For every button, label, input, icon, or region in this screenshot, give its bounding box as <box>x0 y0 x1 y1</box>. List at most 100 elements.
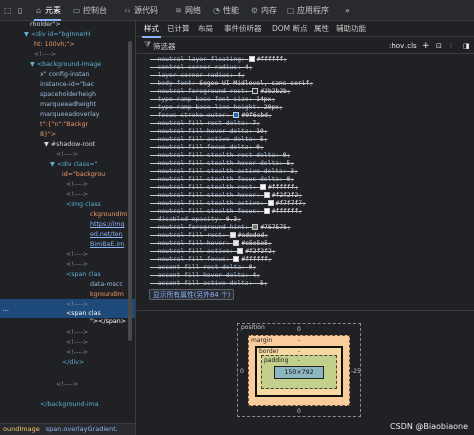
dom-line[interactable]: ckgroundIm <box>90 211 127 219</box>
css-property-name[interactable]: --disabled-opacity <box>150 216 218 223</box>
show-all-properties-button[interactable]: 显示所有属性(另外84 个) <box>149 289 235 300</box>
dom-line[interactable]: <img class <box>66 201 101 209</box>
css-property-value[interactable]: #757575 <box>260 224 287 231</box>
css-property-row[interactable]: --type-ramp-base-line-height: 20px; <box>150 104 283 112</box>
dom-line[interactable]: </background-ima <box>40 401 99 409</box>
css-property-value[interactable]: 4 <box>245 64 249 71</box>
css-property-row[interactable]: --accent-fill-active-delta: -5; <box>150 280 268 288</box>
css-property-row[interactable]: --neutral-fill-stealth-focus-delta: 0; <box>150 176 294 184</box>
dom-line[interactable]: <!----> <box>66 251 88 259</box>
css-property-name[interactable]: --neutral-fill-stealth-hover-delta <box>150 160 279 167</box>
tab-event-listeners[interactable]: 事件侦听器 <box>224 21 262 37</box>
dom-line[interactable]: rholder"> <box>30 21 61 29</box>
css-property-row[interactable]: --neutral-fill-rest: #ededed; <box>150 232 268 240</box>
color-swatch-icon[interactable] <box>237 248 244 254</box>
css-property-row[interactable]: --accent-fill-rest-delta: 0; <box>150 264 256 272</box>
tab-network[interactable]: ≋ 网络 <box>174 2 201 19</box>
dom-line[interactable]: <!----> <box>66 339 88 347</box>
dom-line[interactable]: <!----> <box>66 191 88 199</box>
css-property-name[interactable]: --neutral-fill-rest-delta <box>150 120 245 127</box>
css-property-value[interactable]: 4 <box>237 72 241 79</box>
dom-line[interactable]: data-mscc <box>90 281 123 289</box>
tab-console[interactable]: ▭ 控制台 <box>72 2 107 19</box>
css-property-name[interactable]: --control-corner-radius <box>150 64 237 71</box>
css-property-row[interactable]: --neutral-layer-floating: #ffffff; <box>150 56 287 64</box>
position-right-value[interactable]: -25 <box>351 368 361 375</box>
position-bottom-value[interactable]: 0 <box>297 408 301 415</box>
more-tabs-button[interactable]: » <box>345 2 350 19</box>
dom-line[interactable]: https://img <box>90 221 124 229</box>
tab-application[interactable]: ▢ 应用程序 <box>286 2 329 19</box>
dom-line[interactable]: ht: 100vh;"> <box>34 41 75 49</box>
padding-value[interactable]: - <box>298 357 300 364</box>
hov-toggle-button[interactable]: :hov <box>389 40 404 52</box>
css-property-name[interactable]: --accent-fill-active-delta <box>150 280 249 287</box>
box-model-content[interactable]: 150×792 <box>274 366 324 379</box>
dom-line[interactable]: BimBaE.im <box>90 241 124 249</box>
computed-styles-toggle-icon[interactable]: ⊡ <box>436 40 442 52</box>
css-property-row[interactable]: --neutral-fill-stealth-hover-delta: 5; <box>150 160 294 168</box>
breadcrumb-item[interactable]: oundImage <box>0 425 43 433</box>
color-swatch-icon[interactable] <box>267 200 274 206</box>
css-property-value[interactable]: 0 <box>256 144 260 151</box>
sidebar-toggle-icon[interactable]: ◨ <box>463 40 470 52</box>
css-property-name[interactable]: --neutral-fill-focus-delta <box>150 144 249 151</box>
css-property-name[interactable]: --focus-stroke-outer <box>150 112 226 119</box>
color-swatch-icon[interactable] <box>233 112 240 118</box>
css-property-value[interactable]: #f7f7f7 <box>276 200 303 207</box>
css-property-name[interactable]: --body-font <box>150 80 192 87</box>
css-property-value[interactable]: 7 <box>252 120 256 127</box>
dom-line[interactable]: <!----> <box>66 349 88 357</box>
css-property-value[interactable]: #ffffff <box>272 208 299 215</box>
dom-line[interactable]: <!----> <box>34 51 56 59</box>
css-property-name[interactable]: --neutral-fill-active-delta <box>150 136 252 143</box>
css-property-name[interactable]: --neutral-fill-stealth-active <box>150 200 260 207</box>
dom-line[interactable]: <!----> <box>66 301 88 309</box>
css-property-row[interactable]: --focus-stroke-outer: #0f6cbd; <box>150 112 272 120</box>
tab-sources[interactable]: ‹› 源代码 <box>123 2 158 19</box>
css-property-value[interactable]: 5 <box>287 160 291 167</box>
dom-line[interactable]: marqueeadheight <box>40 101 96 109</box>
dom-line[interactable]: x" config-instan <box>40 71 90 79</box>
css-property-row[interactable]: --accent-fill-hover-delta: 4; <box>150 272 260 280</box>
dom-line[interactable]: </div> <box>62 359 84 367</box>
css-property-value[interactable]: 0.3 <box>226 216 237 223</box>
css-property-row[interactable]: --neutral-fill-rest-delta: 7; <box>150 120 260 128</box>
css-property-value[interactable]: #ededed <box>238 232 265 239</box>
add-rule-icon[interactable]: + <box>422 40 430 52</box>
dom-line[interactable]: ▼ #shadow-root <box>44 141 95 149</box>
color-swatch-icon[interactable] <box>252 88 259 94</box>
color-swatch-icon[interactable] <box>263 192 270 198</box>
css-property-row[interactable]: --neutral-fill-stealth-rest: #ffffff; <box>150 184 298 192</box>
css-property-value[interactable]: 0 <box>287 176 291 183</box>
dom-line[interactable]: ▼ <div class=" <box>50 161 97 169</box>
css-property-row[interactable]: --neutral-foreground-rest: #2b2b2b; <box>150 88 291 96</box>
tab-elements[interactable]: ⌂ 元素 <box>34 2 61 21</box>
rendering-emulation-icon[interactable]: ⫶ <box>450 40 452 52</box>
breadcrumb-item[interactable]: span.overlayGradient. <box>43 425 121 433</box>
css-property-name[interactable]: --neutral-fill-stealth-hover <box>150 192 256 199</box>
css-property-value[interactable]: #e5e5e5 <box>241 240 268 247</box>
css-property-row[interactable]: --neutral-fill-hover: #e5e5e5; <box>150 240 272 248</box>
tab-computed[interactable]: 已计算 <box>167 21 190 37</box>
css-property-value[interactable]: 20px <box>264 104 279 111</box>
dom-line[interactable]: <span clas <box>66 271 101 279</box>
css-property-name[interactable]: --neutral-fill-rest <box>150 232 222 239</box>
tab-memory[interactable]: ⚙ 内存 <box>250 2 277 19</box>
css-property-value[interactable]: #f2f2f2 <box>245 248 272 255</box>
css-property-name[interactable]: --neutral-fill-focus <box>150 256 226 263</box>
css-property-value[interactable]: #ffffff <box>241 256 268 263</box>
css-property-name[interactable]: --accent-fill-rest-delta <box>150 264 241 271</box>
css-property-value[interactable]: 0 <box>249 264 253 271</box>
css-property-name[interactable]: --layer-corner-radius <box>150 72 230 79</box>
dom-line[interactable]: <!----> <box>66 181 88 189</box>
dom-line[interactable]: id="backgrou <box>62 171 105 179</box>
dom-line[interactable]: <!----> <box>56 151 78 159</box>
css-property-value[interactable]: 10 <box>256 128 264 135</box>
tab-performance[interactable]: ◔ 性能 <box>212 2 239 19</box>
css-property-row[interactable]: --neutral-fill-stealth-active: #f7f7f7; <box>150 200 306 208</box>
css-property-name[interactable]: --neutral-fill-stealth-rest-delta <box>150 152 275 159</box>
css-property-name[interactable]: --neutral-fill-stealth-active-delta <box>150 168 283 175</box>
css-property-value[interactable]: #ffffff <box>257 56 284 63</box>
css-property-row[interactable]: --neutral-fill-focus-delta: 0; <box>150 144 264 152</box>
